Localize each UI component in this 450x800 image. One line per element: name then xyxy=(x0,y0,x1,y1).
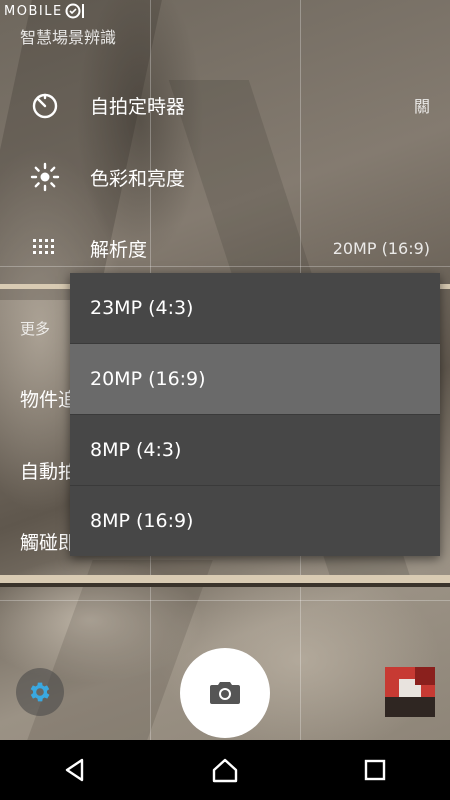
watermark-text: MOBILE xyxy=(4,3,63,19)
settings-button[interactable] xyxy=(16,668,64,716)
camera-viewfinder[interactable]: MOBILE 智慧場景辨識 自拍定時器 關 色彩和亮度 解析度 20MP (16… xyxy=(0,0,450,800)
resolution-option[interactable]: 8MP (16:9) xyxy=(70,486,440,556)
back-icon xyxy=(65,758,84,782)
resolution-grid-icon xyxy=(0,238,90,258)
color-brightness-label: 色彩和亮度 xyxy=(90,167,186,190)
grid-line xyxy=(0,600,450,601)
last-photo-thumbnail[interactable] xyxy=(385,667,435,717)
back-button[interactable] xyxy=(45,740,105,800)
home-button[interactable] xyxy=(195,740,255,800)
recents-icon xyxy=(364,759,386,781)
resolution-label: 解析度 xyxy=(90,238,148,261)
watermark-logo: MOBILE xyxy=(4,2,87,20)
resolution-option[interactable]: 23MP (4:3) xyxy=(70,273,440,344)
camera-icon xyxy=(210,682,240,704)
shutter-button[interactable] xyxy=(180,648,270,738)
gear-icon xyxy=(30,682,50,702)
brightness-icon xyxy=(0,161,90,193)
resolution-dropdown[interactable]: 23MP (4:3) 20MP (16:9) 8MP (4:3) 8MP (16… xyxy=(70,273,440,556)
stripe-band xyxy=(0,575,450,583)
resolution-value: 20MP (16:9) xyxy=(332,238,430,258)
system-navigation-bar xyxy=(0,740,450,800)
more-section-header: 更多 xyxy=(20,320,51,338)
object-tracking-item[interactable]: 物件追 xyxy=(20,385,77,412)
recents-button[interactable] xyxy=(345,740,405,800)
self-timer-row[interactable]: 自拍定時器 關 xyxy=(0,69,450,141)
auto-capture-item[interactable]: 自動拍 xyxy=(20,457,77,484)
self-timer-value: 關 xyxy=(413,97,430,116)
scene-recognition-item[interactable]: 智慧場景辨識 xyxy=(20,24,116,48)
color-brightness-row[interactable]: 色彩和亮度 xyxy=(0,141,450,213)
resolution-option[interactable]: 8MP (4:3) xyxy=(70,415,440,486)
timer-icon xyxy=(0,90,90,120)
self-timer-label: 自拍定時器 xyxy=(90,95,186,118)
touch-capture-item[interactable]: 觸碰即 xyxy=(20,528,77,555)
thumbnail-image xyxy=(385,667,435,717)
logo-icon xyxy=(65,3,84,19)
resolution-option-selected[interactable]: 20MP (16:9) xyxy=(70,344,440,415)
home-icon xyxy=(212,758,238,783)
stripe-band xyxy=(0,583,450,587)
